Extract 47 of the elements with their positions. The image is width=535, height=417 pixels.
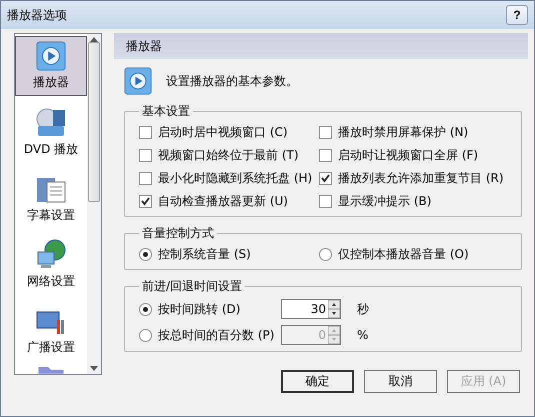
sidebar-item[interactable]: 字幕设置 xyxy=(15,168,87,228)
checkbox[interactable] xyxy=(139,195,152,208)
scrollbar[interactable] xyxy=(87,34,101,374)
checkbox-label[interactable]: 自动检查播放器更新 (U) xyxy=(158,193,288,210)
play-icon xyxy=(36,41,66,72)
folder-icon xyxy=(36,366,66,374)
group-title: 前进/回退时间设置 xyxy=(141,278,244,295)
play-icon xyxy=(124,67,152,95)
unit-label: 秒 xyxy=(356,300,370,318)
unit-label: % xyxy=(356,328,370,342)
radio-button[interactable] xyxy=(139,302,152,316)
dialog-button[interactable]: 确定 xyxy=(281,370,354,393)
number-spinner[interactable]: 30 xyxy=(281,299,341,319)
checkbox-label[interactable]: 启动时让视频窗口全屏 (F) xyxy=(338,147,478,164)
globe-computer-icon xyxy=(35,238,67,270)
group-title: 音量控制方式 xyxy=(141,225,215,242)
radio-label[interactable]: 仅控制本播放器音量 (O) xyxy=(338,246,469,263)
panel-description: 设置播放器的基本参数。 xyxy=(166,72,298,90)
help-button[interactable]: ? xyxy=(506,5,528,25)
checkbox[interactable] xyxy=(139,126,152,139)
radio-button[interactable] xyxy=(139,248,152,261)
sidebar-item[interactable]: DVD 播放 xyxy=(15,102,87,162)
checkbox[interactable] xyxy=(319,195,332,208)
sidebar-item[interactable]: 网络设置 xyxy=(15,234,87,294)
sidebar-item[interactable]: 广播设置 xyxy=(15,300,87,360)
dialog-button[interactable]: 取消 xyxy=(364,370,437,393)
disc-music-icon xyxy=(35,106,67,138)
checkbox[interactable] xyxy=(319,126,332,139)
group-title: 基本设置 xyxy=(141,103,191,120)
radio-label[interactable]: 按时间跳转 (D) xyxy=(158,300,240,318)
checkbox[interactable] xyxy=(139,172,152,185)
window-title: 播放器选项 xyxy=(7,6,67,24)
scrollbar-thumb[interactable] xyxy=(88,42,100,202)
checkbox-label[interactable]: 视频窗口始终位于最前 (T) xyxy=(158,147,299,164)
checkbox-label[interactable]: 播放时禁用屏幕保护 (N) xyxy=(338,124,468,141)
checkbox[interactable] xyxy=(139,149,152,162)
radio-label[interactable]: 控制系统音量 (S) xyxy=(158,246,251,263)
sidebar-item[interactable]: 播放器 xyxy=(15,36,87,96)
checkbox[interactable] xyxy=(319,149,332,162)
checkbox-label[interactable]: 显示缓冲提示 (B) xyxy=(338,193,432,210)
checkbox-label[interactable]: 播放列表允许添加重复节目 (R) xyxy=(338,170,504,187)
scroll-down-icon[interactable] xyxy=(90,366,98,371)
checkbox-label[interactable]: 最小化时隐藏到系统托盘 (H) xyxy=(158,170,312,187)
checkbox[interactable] xyxy=(319,172,332,185)
panel-header: 播放器 xyxy=(114,33,528,59)
radio-button[interactable] xyxy=(319,248,332,261)
checkbox-label[interactable]: 启动时居中视频窗口 (C) xyxy=(158,124,288,141)
